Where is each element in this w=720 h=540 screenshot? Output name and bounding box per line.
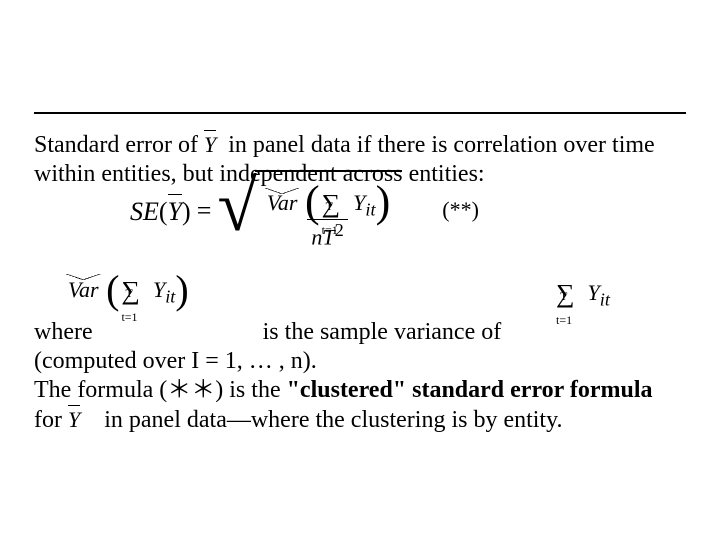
slide: Standard error of Y in panel data if the… xyxy=(0,0,720,540)
text-var: Var xyxy=(267,190,298,215)
text: Standard error of xyxy=(34,132,204,158)
subscript-it: it xyxy=(365,199,375,219)
slide-body: Standard error of Y in panel data if the… xyxy=(34,130,686,436)
y-bar-symbol: Y xyxy=(168,194,182,228)
square-root: √ Var ( ∑ Tt=1 Yit) xyxy=(217,170,402,252)
sum-upper: T xyxy=(326,200,333,212)
horizontal-rule xyxy=(34,112,686,114)
se-equation: SE(Y) = √ Var ( ∑ Tt=1 xyxy=(130,170,479,252)
text-y: Y xyxy=(353,190,365,215)
paragraph-2: Var ( ∑ Tt=1 Yit) ∑ Tt=1 Yit whereis the… xyxy=(34,318,686,436)
bold-text: "clustered" standard error formula xyxy=(287,377,653,403)
fraction: Var ( ∑ Tt=1 Yit) nT2 xyxy=(261,178,394,250)
text: The formula (＊＊) is the xyxy=(34,377,287,403)
text: for xyxy=(34,407,68,433)
text: where xyxy=(34,319,93,345)
y-bar-symbol: Y xyxy=(204,130,216,159)
text: (computed over I = 1, … , n). xyxy=(34,348,317,374)
radical-sign-icon: √ xyxy=(217,174,257,256)
equals-sign: = xyxy=(197,195,212,227)
text: in panel data—where the clustering is by… xyxy=(98,407,562,433)
text: is the sample variance of xyxy=(263,319,502,345)
equation-marker: (**) xyxy=(442,197,479,224)
text-se: SE xyxy=(130,197,159,226)
sum-expression: ∑ Tt=1 Yit xyxy=(554,276,610,311)
y-bar-symbol: Y xyxy=(68,405,80,434)
sum-lower: t=1 xyxy=(322,224,338,236)
var-hat-sum-expression: Var ( ∑ Tt=1 Yit) xyxy=(66,268,189,308)
